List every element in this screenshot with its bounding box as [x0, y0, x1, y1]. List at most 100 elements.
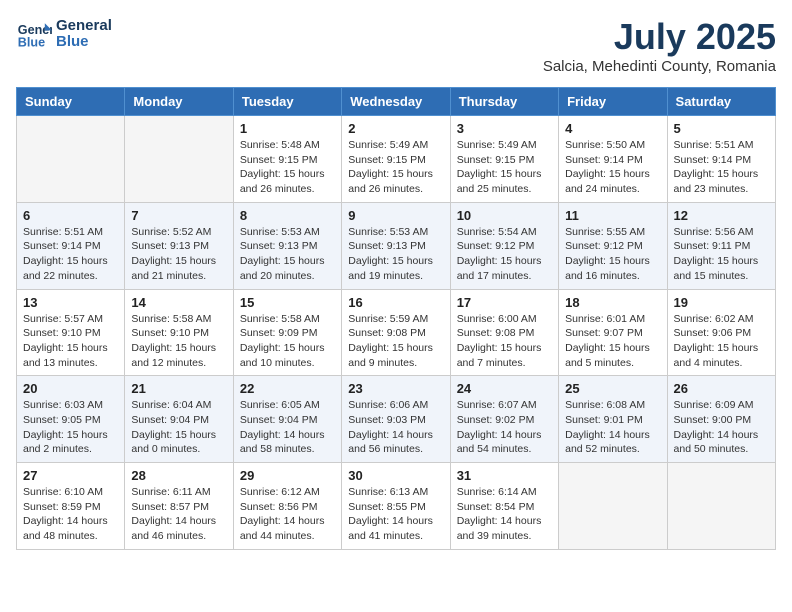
- calendar-cell: 7Sunrise: 5:52 AMSunset: 9:13 PMDaylight…: [125, 202, 233, 289]
- day-info: Sunrise: 6:00 AMSunset: 9:08 PMDaylight:…: [457, 312, 552, 371]
- calendar-cell: 19 Sunrise: 6:02 AMSunset: 9:06 PMDayligh…: [667, 289, 775, 376]
- calendar-cell: 16 Sunrise: 5:59 AMSunset: 9:08 PMDayligh…: [342, 289, 450, 376]
- calendar-cell: 28Sunrise: 6:11 AMSunset: 8:57 PMDayligh…: [125, 463, 233, 550]
- calendar-cell: 6 Sunrise: 5:51 AMSunset: 9:14 PMDaylight…: [17, 202, 125, 289]
- day-number: 6: [23, 208, 118, 223]
- calendar-cell: 12Sunrise: 5:56 AMSunset: 9:11 PMDayligh…: [667, 202, 775, 289]
- day-number: 21: [131, 381, 226, 396]
- title-area: July 2025 Salcia, Mehedinti County, Roma…: [543, 16, 776, 75]
- day-info: Sunrise: 6:06 AMSunset: 9:03 PMDaylight:…: [348, 398, 443, 457]
- calendar-cell: 25 Sunrise: 6:08 AMSunset: 9:01 PMDayligh…: [559, 376, 667, 463]
- day-number: 15: [240, 295, 335, 310]
- weekday-header: Thursday: [450, 88, 558, 116]
- day-info: Sunrise: 5:56 AMSunset: 9:11 PMDaylight:…: [674, 225, 769, 284]
- calendar-cell: 11Sunrise: 5:55 AMSunset: 9:12 PMDayligh…: [559, 202, 667, 289]
- calendar-cell: 31 Sunrise: 6:14 AMSunset: 8:54 PMDayligh…: [450, 463, 558, 550]
- day-number: 1: [240, 121, 335, 136]
- day-info: Sunrise: 5:49 AMSunset: 9:15 PMDaylight:…: [457, 138, 552, 197]
- calendar-cell: [559, 463, 667, 550]
- calendar-cell: 17 Sunrise: 6:00 AMSunset: 9:08 PMDayligh…: [450, 289, 558, 376]
- day-info: Sunrise: 5:52 AMSunset: 9:13 PMDaylight:…: [131, 225, 226, 284]
- logo: General Blue General Blue: [16, 16, 112, 52]
- day-info: Sunrise: 5:49 AMSunset: 9:15 PMDaylight:…: [348, 138, 443, 197]
- day-number: 8: [240, 208, 335, 223]
- day-info: Sunrise: 6:03 AMSunset: 9:05 PMDaylight:…: [23, 398, 118, 457]
- month-title: July 2025: [543, 16, 776, 58]
- day-info: Sunrise: 6:04 AMSunset: 9:04 PMDaylight:…: [131, 398, 226, 457]
- calendar-cell: 24Sunrise: 6:07 AMSunset: 9:02 PMDayligh…: [450, 376, 558, 463]
- weekday-header: Wednesday: [342, 88, 450, 116]
- day-info: Sunrise: 5:50 AMSunset: 9:14 PMDaylight:…: [565, 138, 660, 197]
- weekday-header: Monday: [125, 88, 233, 116]
- page-header: General Blue General Blue July 2025 Salc…: [16, 16, 776, 75]
- day-number: 5: [674, 121, 769, 136]
- day-number: 11: [565, 208, 660, 223]
- calendar-table: SundayMondayTuesdayWednesdayThursdayFrid…: [16, 87, 776, 550]
- day-info: Sunrise: 6:14 AMSunset: 8:54 PMDaylight:…: [457, 485, 552, 544]
- day-number: 30: [348, 468, 443, 483]
- calendar-week-row: 1 Sunrise: 5:48 AMSunset: 9:15 PMDaylight…: [17, 116, 776, 203]
- day-number: 4: [565, 121, 660, 136]
- calendar-cell: 26 Sunrise: 6:09 AMSunset: 9:00 PMDayligh…: [667, 376, 775, 463]
- day-number: 23: [348, 381, 443, 396]
- day-number: 27: [23, 468, 118, 483]
- calendar-cell: 4 Sunrise: 5:50 AMSunset: 9:14 PMDaylight…: [559, 116, 667, 203]
- day-info: Sunrise: 5:59 AMSunset: 9:08 PMDaylight:…: [348, 312, 443, 371]
- day-info: Sunrise: 6:12 AMSunset: 8:56 PMDaylight:…: [240, 485, 335, 544]
- calendar-cell: [17, 116, 125, 203]
- day-number: 26: [674, 381, 769, 396]
- location: Salcia, Mehedinti County, Romania: [543, 58, 776, 75]
- day-info: Sunrise: 5:53 AMSunset: 9:13 PMDaylight:…: [348, 225, 443, 284]
- day-number: 2: [348, 121, 443, 136]
- day-info: Sunrise: 5:58 AMSunset: 9:09 PMDaylight:…: [240, 312, 335, 371]
- logo-blue: Blue: [56, 34, 112, 51]
- calendar-week-row: 13 Sunrise: 5:57 AMSunset: 9:10 PMDayligh…: [17, 289, 776, 376]
- day-info: Sunrise: 6:08 AMSunset: 9:01 PMDaylight:…: [565, 398, 660, 457]
- calendar-cell: 8Sunrise: 5:53 AMSunset: 9:13 PMDaylight…: [233, 202, 341, 289]
- day-info: Sunrise: 5:51 AMSunset: 9:14 PMDaylight:…: [23, 225, 118, 284]
- day-number: 22: [240, 381, 335, 396]
- calendar-cell: 23 Sunrise: 6:06 AMSunset: 9:03 PMDayligh…: [342, 376, 450, 463]
- calendar-cell: 14Sunrise: 5:58 AMSunset: 9:10 PMDayligh…: [125, 289, 233, 376]
- weekday-header: Friday: [559, 88, 667, 116]
- day-number: 17: [457, 295, 552, 310]
- calendar-cell: 5Sunrise: 5:51 AMSunset: 9:14 PMDaylight…: [667, 116, 775, 203]
- calendar-cell: 3 Sunrise: 5:49 AMSunset: 9:15 PMDaylight…: [450, 116, 558, 203]
- weekday-header: Sunday: [17, 88, 125, 116]
- calendar-header-row: SundayMondayTuesdayWednesdayThursdayFrid…: [17, 88, 776, 116]
- calendar-cell: 22 Sunrise: 6:05 AMSunset: 9:04 PMDayligh…: [233, 376, 341, 463]
- day-info: Sunrise: 5:57 AMSunset: 9:10 PMDaylight:…: [23, 312, 118, 371]
- calendar-cell: [125, 116, 233, 203]
- calendar-week-row: 6 Sunrise: 5:51 AMSunset: 9:14 PMDaylight…: [17, 202, 776, 289]
- day-info: Sunrise: 5:48 AMSunset: 9:15 PMDaylight:…: [240, 138, 335, 197]
- day-info: Sunrise: 6:02 AMSunset: 9:06 PMDaylight:…: [674, 312, 769, 371]
- day-info: Sunrise: 6:05 AMSunset: 9:04 PMDaylight:…: [240, 398, 335, 457]
- calendar-cell: 1 Sunrise: 5:48 AMSunset: 9:15 PMDaylight…: [233, 116, 341, 203]
- day-number: 14: [131, 295, 226, 310]
- calendar-week-row: 27Sunrise: 6:10 AMSunset: 8:59 PMDayligh…: [17, 463, 776, 550]
- calendar-cell: 30Sunrise: 6:13 AMSunset: 8:55 PMDayligh…: [342, 463, 450, 550]
- svg-text:Blue: Blue: [18, 36, 45, 50]
- logo-icon: General Blue: [16, 16, 52, 52]
- day-number: 24: [457, 381, 552, 396]
- weekday-header: Saturday: [667, 88, 775, 116]
- day-info: Sunrise: 6:09 AMSunset: 9:00 PMDaylight:…: [674, 398, 769, 457]
- day-number: 3: [457, 121, 552, 136]
- calendar-cell: 13 Sunrise: 5:57 AMSunset: 9:10 PMDayligh…: [17, 289, 125, 376]
- calendar-cell: 20 Sunrise: 6:03 AMSunset: 9:05 PMDayligh…: [17, 376, 125, 463]
- day-number: 10: [457, 208, 552, 223]
- day-number: 19: [674, 295, 769, 310]
- day-number: 31: [457, 468, 552, 483]
- day-number: 16: [348, 295, 443, 310]
- calendar-cell: 15 Sunrise: 5:58 AMSunset: 9:09 PMDayligh…: [233, 289, 341, 376]
- calendar-week-row: 20 Sunrise: 6:03 AMSunset: 9:05 PMDayligh…: [17, 376, 776, 463]
- calendar-cell: 29Sunrise: 6:12 AMSunset: 8:56 PMDayligh…: [233, 463, 341, 550]
- day-number: 18: [565, 295, 660, 310]
- day-number: 20: [23, 381, 118, 396]
- calendar-cell: 27Sunrise: 6:10 AMSunset: 8:59 PMDayligh…: [17, 463, 125, 550]
- day-number: 13: [23, 295, 118, 310]
- day-number: 25: [565, 381, 660, 396]
- logo-general: General: [56, 18, 112, 35]
- calendar-cell: 2 Sunrise: 5:49 AMSunset: 9:15 PMDaylight…: [342, 116, 450, 203]
- day-number: 9: [348, 208, 443, 223]
